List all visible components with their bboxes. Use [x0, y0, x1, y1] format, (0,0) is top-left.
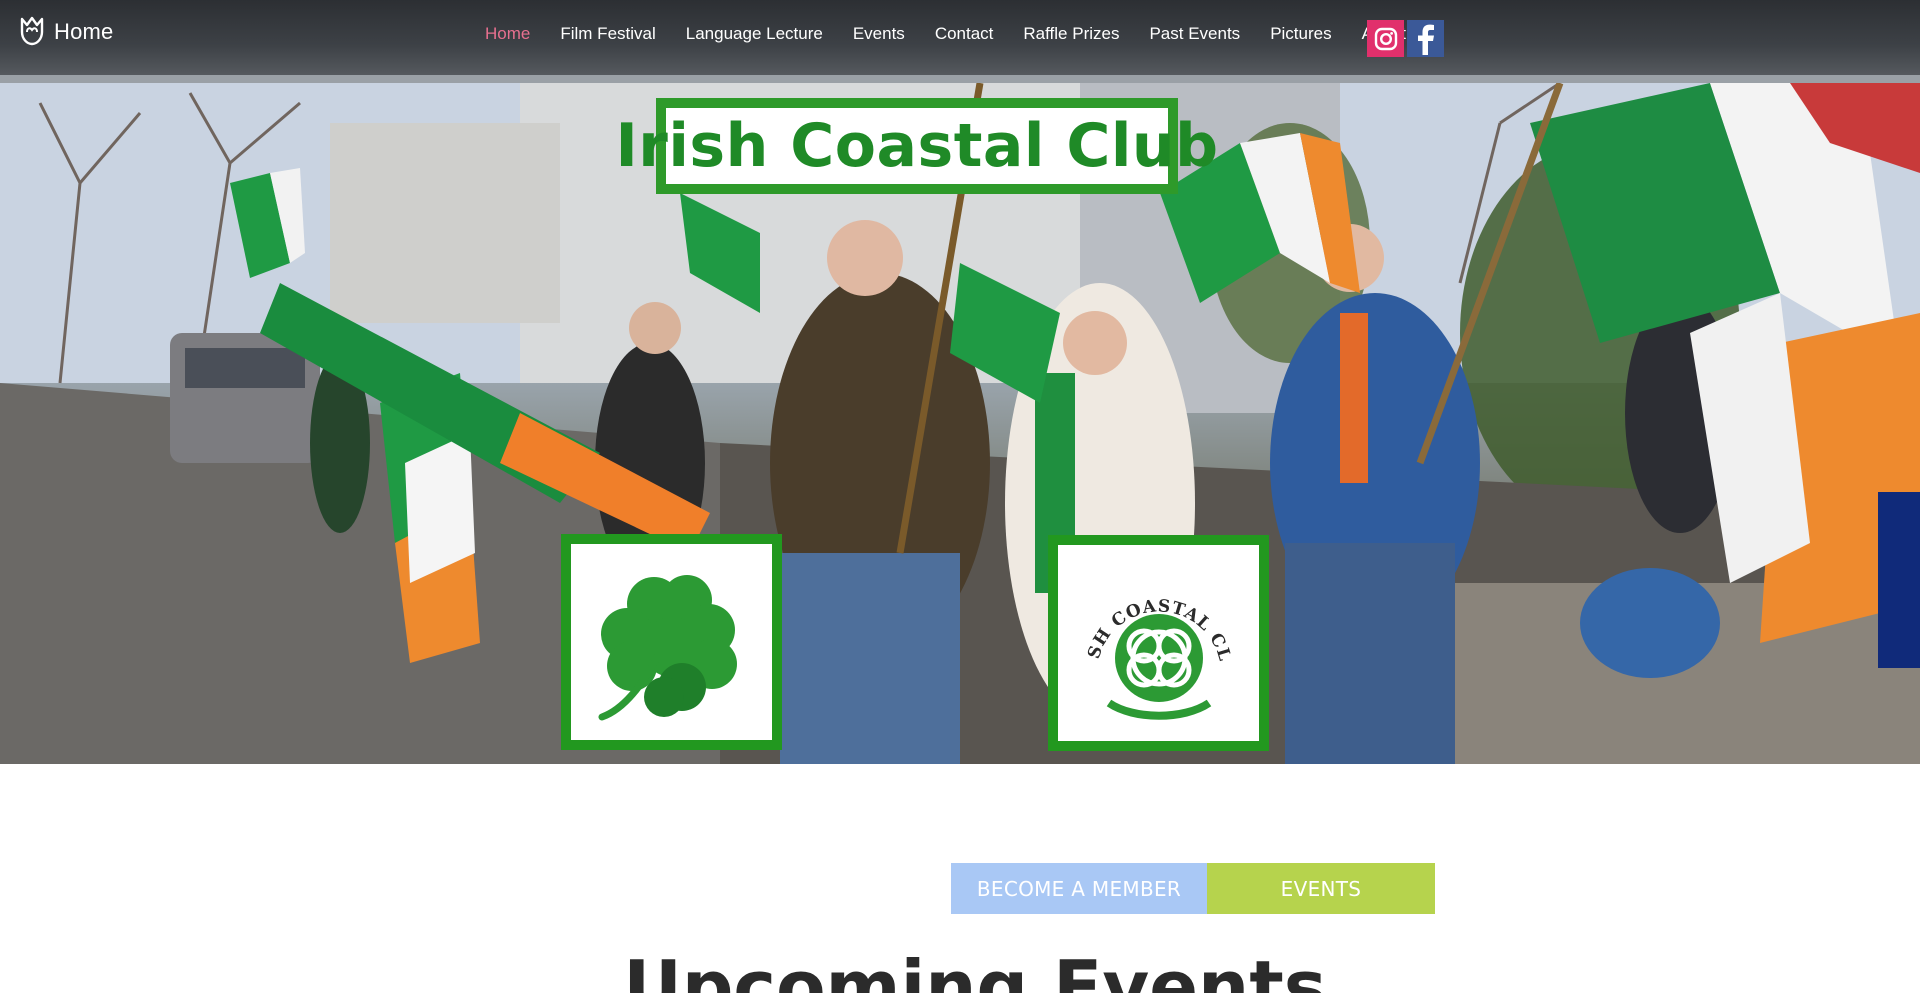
nav-item-events[interactable]: Events [838, 24, 920, 44]
nav-item-pictures[interactable]: Pictures [1255, 24, 1346, 44]
celtic-knot-icon: IRISH COASTAL CLUB [1064, 548, 1233, 720]
header-divider [0, 75, 1920, 83]
instagram-icon [1374, 27, 1397, 50]
nav-item-past-events[interactable]: Past Events [1134, 24, 1255, 44]
main-nav: Home Film Festival Language Lecture Even… [470, 24, 1421, 44]
facebook-link[interactable] [1407, 20, 1444, 57]
shamrock-badge [561, 534, 782, 750]
tulip-logo-icon [20, 16, 44, 46]
brand-label: Home [54, 19, 114, 44]
nav-item-raffle-prizes[interactable]: Raffle Prizes [1008, 24, 1134, 44]
site-header: Home Home Film Festival Language Lecture… [0, 0, 1920, 75]
nav-item-home[interactable]: Home [470, 24, 545, 44]
hero-title: Irish Coastal Club [615, 111, 1219, 181]
nav-item-film-festival[interactable]: Film Festival [545, 24, 670, 44]
section-heading-upcoming-events: Upcoming Events [623, 945, 1327, 993]
nav-item-contact[interactable]: Contact [920, 24, 1009, 44]
club-emblem-badge: IRISH COASTAL CLUB [1048, 535, 1269, 751]
events-button[interactable]: EVENTS [1207, 863, 1435, 914]
social-links [1367, 20, 1444, 57]
hero-title-box: Irish Coastal Club [615, 98, 1218, 194]
shamrock-icon [598, 575, 737, 721]
side-panel-tab[interactable] [1878, 492, 1920, 668]
nav-item-language-lecture[interactable]: Language Lecture [671, 24, 838, 44]
facebook-icon [1417, 24, 1434, 55]
instagram-link[interactable] [1367, 20, 1404, 57]
brand-home-link[interactable]: Home [18, 16, 114, 48]
hero-banner: Irish Coastal Club IRISH COASTAL CLUB [0, 83, 1920, 764]
become-member-button[interactable]: BECOME A MEMBER [951, 863, 1207, 914]
